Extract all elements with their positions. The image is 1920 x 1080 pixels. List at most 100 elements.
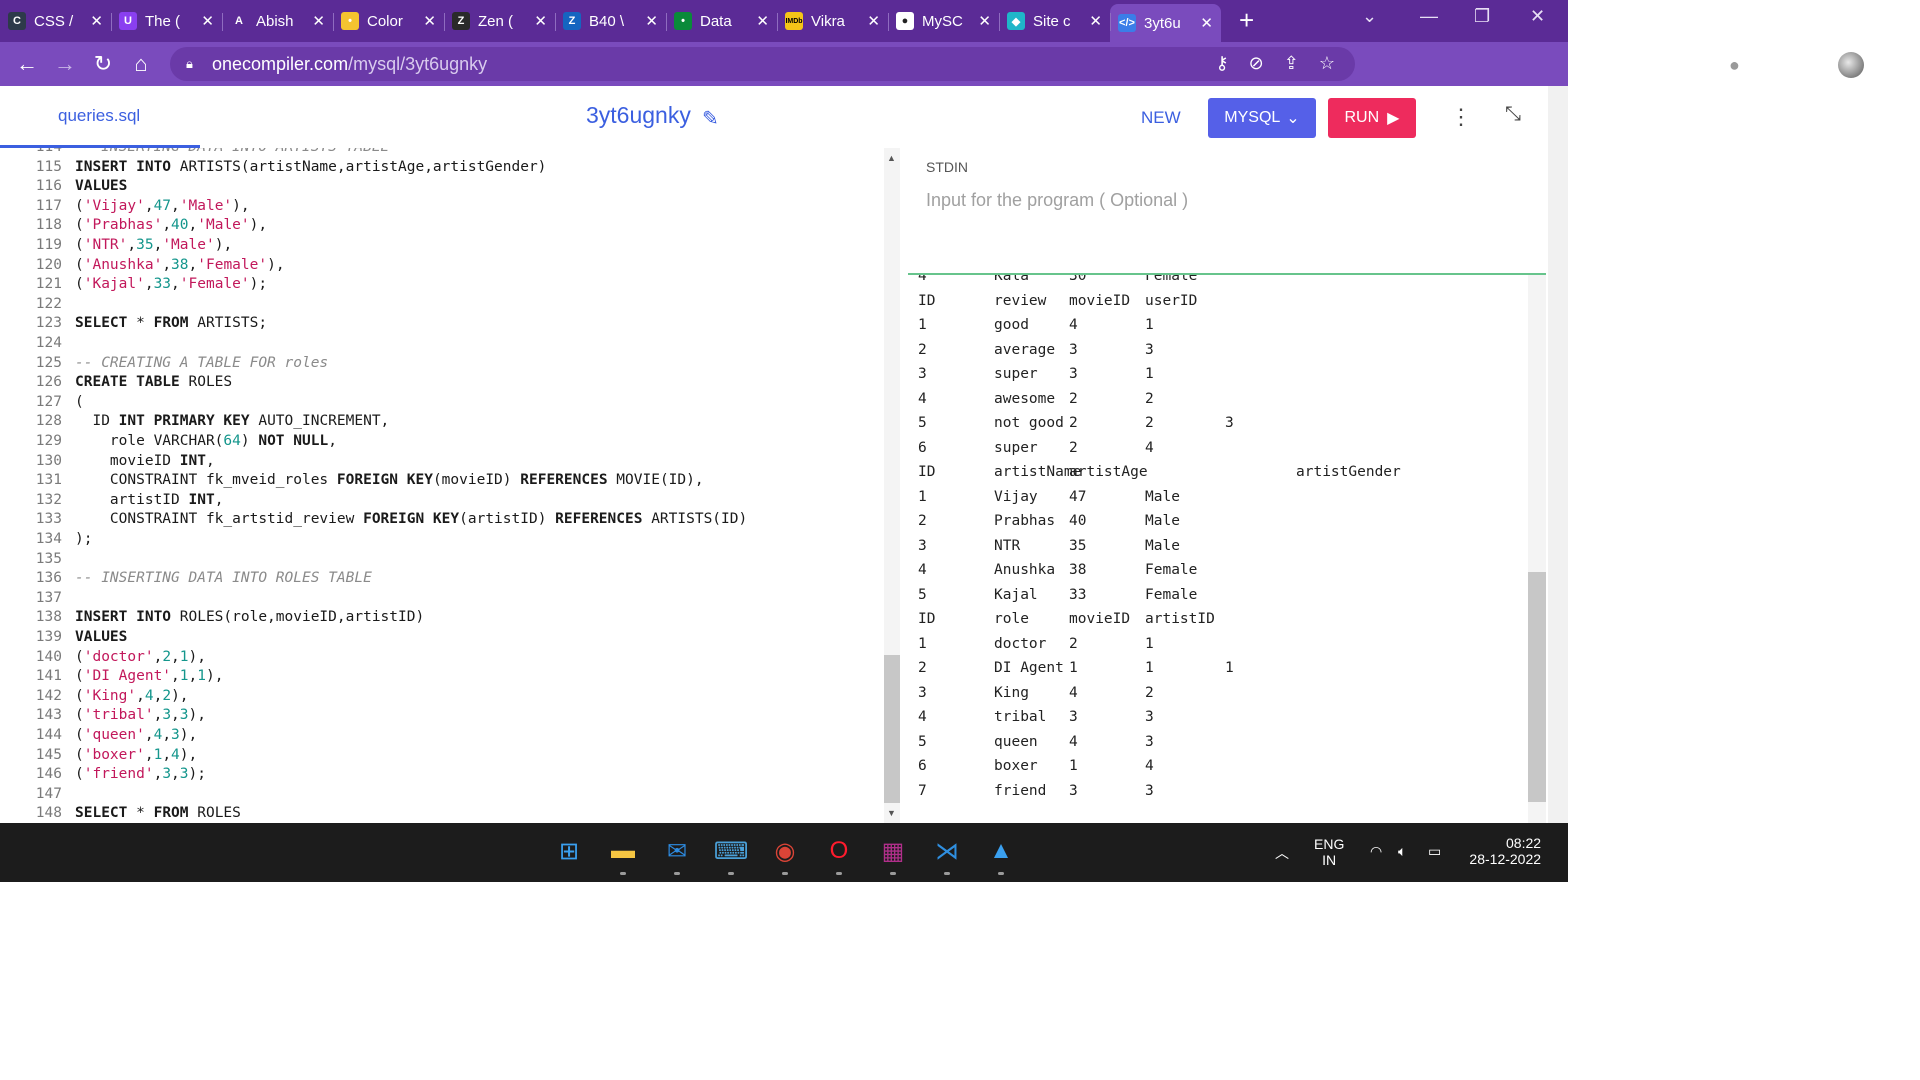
browser-tab[interactable]: • Data ✕ [666, 4, 777, 38]
code-line[interactable]: movieID INT, [75, 453, 215, 469]
reload-icon[interactable]: ↻ [84, 51, 122, 77]
side-panel-icon[interactable]: ◧ [1799, 55, 1816, 76]
new-tab-icon[interactable]: + [1239, 5, 1254, 36]
opera-icon[interactable]: O [822, 834, 856, 868]
scroll-up-icon[interactable]: ▲ [887, 153, 896, 163]
collapse-icon[interactable]: ⤡ [1505, 103, 1521, 126]
browser-tab[interactable]: Z Zen (✕ [444, 4, 555, 38]
language-indicator[interactable]: ENG IN [1314, 836, 1344, 868]
more-options-icon[interactable]: ⋮ [1450, 104, 1472, 130]
project-name[interactable]: 3yt6ugnky [586, 102, 691, 129]
key-icon[interactable]: ⚷ [1215, 53, 1228, 74]
eye-off-icon[interactable]: ⊘ [1249, 53, 1264, 74]
new-button[interactable]: NEW [1141, 108, 1181, 128]
close-tab-icon[interactable]: ✕ [534, 12, 547, 30]
code-line[interactable]: ('Vijay',47,'Male'), [75, 198, 250, 214]
code-line[interactable]: VALUES [75, 629, 127, 645]
code-line[interactable]: ( [75, 394, 84, 410]
code-line[interactable]: ('NTR',35,'Male'), [75, 237, 232, 253]
code-line[interactable]: ('King',4,2), [75, 688, 189, 704]
extensions-puzzle-icon[interactable]: ✚ [1762, 55, 1777, 76]
keyboard-icon[interactable]: ⌨ [714, 834, 749, 868]
code-line[interactable]: ('Prabhas',40,'Male'), [75, 217, 267, 233]
code-line[interactable]: CONSTRAINT fk_artstid_review FOREIGN KEY… [75, 511, 747, 527]
code-line[interactable]: -- CREATING A TABLE FOR roles [75, 355, 328, 371]
code-line[interactable]: role VARCHAR(64) NOT NULL, [75, 433, 337, 449]
code-line[interactable]: VALUES [75, 178, 127, 194]
code-line[interactable]: ('doctor',2,1), [75, 649, 206, 665]
code-line[interactable]: CONSTRAINT fk_mveid_roles FOREIGN KEY(mo… [75, 472, 704, 488]
code-line[interactable]: SELECT * FROM ARTISTS; [75, 315, 267, 331]
forward-icon[interactable]: → [46, 51, 84, 77]
code-line[interactable]: ID INT PRIMARY KEY AUTO_INCREMENT, [75, 413, 389, 429]
restore-icon[interactable]: ❐ [1474, 6, 1490, 27]
code-editor[interactable]: 114 -- INSERTING DATA INTO ARTISTS TABLE 1… [0, 148, 900, 823]
profile-avatar[interactable] [1838, 52, 1864, 78]
close-tab-icon[interactable]: ✕ [1200, 14, 1213, 32]
close-tab-icon[interactable]: ✕ [423, 12, 436, 30]
winrar-icon[interactable]: ▦ [876, 834, 910, 868]
chrome-icon[interactable]: ◉ [768, 834, 802, 868]
extension-icon-1[interactable]: ● [1729, 55, 1740, 76]
share-icon[interactable]: ⇪ [1284, 53, 1299, 74]
vscode-icon[interactable]: ⋊ [930, 834, 964, 868]
browser-tab[interactable]: IMDb Vikra ✕ [777, 4, 888, 38]
code-line[interactable]: CREATE TABLE ROLES [75, 374, 232, 390]
code-line[interactable]: ('Anushka',38,'Female'), [75, 257, 285, 273]
code-line[interactable]: ('tribal',3,3), [75, 707, 206, 723]
close-tab-icon[interactable]: ✕ [201, 12, 214, 30]
code-line[interactable]: ('boxer',1,4), [75, 747, 197, 763]
editor-scrollbar-thumb[interactable] [884, 655, 900, 803]
code-line[interactable]: ('DI Agent',1,1), [75, 668, 223, 684]
language-select-button[interactable]: MYSQL ⌄ [1208, 98, 1316, 138]
browser-tab[interactable]: U The (✕ [111, 4, 222, 38]
close-tab-icon[interactable]: ✕ [312, 12, 325, 30]
code-line[interactable]: ('queen',4,3), [75, 727, 197, 743]
mail-icon[interactable]: ✉ [660, 834, 694, 868]
bookmark-star-icon[interactable]: ☆ [1319, 53, 1335, 74]
scroll-down-icon[interactable]: ▼ [887, 808, 896, 818]
code-line[interactable]: -- INSERTING DATA INTO ROLES TABLE [75, 570, 372, 586]
close-window-icon[interactable]: ✕ [1530, 6, 1545, 27]
code-line[interactable]: -- INSERTING DATA INTO ARTISTS TABLE [75, 148, 389, 155]
close-tab-icon[interactable]: ✕ [978, 12, 991, 30]
file-tab-queries[interactable]: queries.sql [0, 86, 200, 148]
clock[interactable]: 08:22 28-12-2022 [1466, 835, 1541, 867]
code-line[interactable]: ); [75, 531, 92, 547]
minimize-icon[interactable]: — [1420, 6, 1438, 27]
browser-tab[interactable]: C CSS / ✕ [0, 4, 111, 38]
windows-start-icon[interactable]: ⊞ [552, 834, 586, 868]
browser-tab[interactable]: </> 3yt6u ✕ [1110, 4, 1221, 42]
close-tab-icon[interactable]: ✕ [756, 12, 769, 30]
url-field[interactable]: 🔒︎ onecompiler.com/mysql/3yt6ugnky ⚷ ⊘ ⇪… [170, 47, 1355, 81]
browser-tab[interactable]: ● MySC ✕ [888, 4, 999, 38]
browser-tab[interactable]: • Color ✕ [333, 4, 444, 38]
code-line[interactable]: ('Kajal',33,'Female'); [75, 276, 267, 292]
back-icon[interactable]: ← [8, 51, 46, 77]
code-line[interactable]: SELECT * FROM ROLES [75, 805, 241, 821]
photos-icon[interactable]: ▲ [984, 834, 1018, 868]
home-icon[interactable]: ⌂ [122, 51, 160, 77]
stdin-input[interactable]: Input for the program ( Optional ) [926, 190, 1188, 211]
output-scrollbar-thumb[interactable] [1528, 572, 1546, 802]
pencil-edit-icon[interactable]: ✎ [702, 106, 719, 131]
page-scrollbar[interactable] [1548, 86, 1568, 823]
browser-tab[interactable]: Z B40 \ ✕ [555, 4, 666, 38]
code-line[interactable]: ('friend',3,3); [75, 766, 206, 782]
browser-menu-icon[interactable]: ⋮ [1886, 55, 1904, 76]
tray-overflow-icon[interactable]: ︿ [1275, 843, 1289, 863]
code-line[interactable]: artistID INT, [75, 492, 224, 508]
browser-tab[interactable]: ◆ Site c ✕ [999, 4, 1110, 38]
close-tab-icon[interactable]: ✕ [645, 12, 658, 30]
close-tab-icon[interactable]: ✕ [1089, 12, 1102, 30]
code-line[interactable]: INSERT INTO ROLES(role,movieID,artistID) [75, 609, 424, 625]
battery-icon[interactable]: ▭ [1428, 843, 1441, 860]
code-line[interactable]: INSERT INTO ARTISTS(artistName,artistAge… [75, 159, 546, 175]
close-tab-icon[interactable]: ✕ [867, 12, 880, 30]
close-tab-icon[interactable]: ✕ [90, 12, 103, 30]
browser-tab[interactable]: A Abish ✕ [222, 4, 333, 38]
run-button[interactable]: RUN ▶ [1328, 98, 1416, 138]
tab-search-icon[interactable]: ⌄ [1362, 6, 1377, 27]
wifi-icon[interactable]: ◠ [1370, 843, 1382, 860]
volume-icon[interactable]: 🔈︎ [1398, 843, 1406, 860]
